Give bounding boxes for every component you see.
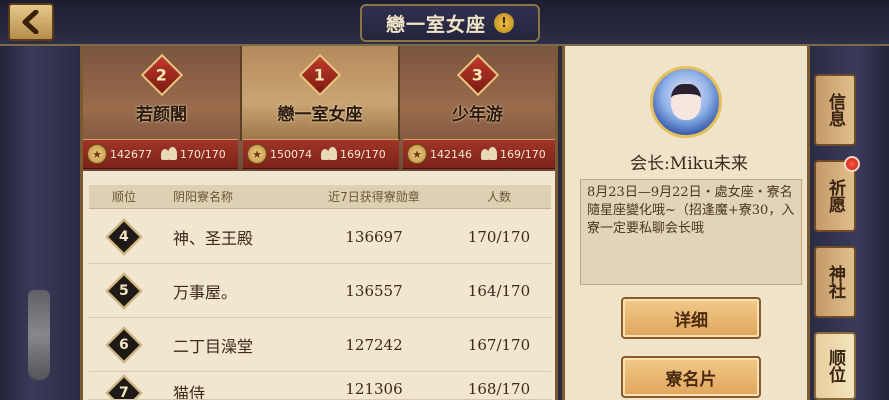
header-medals: 近7日获得寮勋章 xyxy=(328,190,420,204)
tab-label: 神社 xyxy=(825,265,845,299)
table-row[interactable]: 5 万事屋。 136557 164/170 xyxy=(89,264,551,318)
tab-ranking[interactable]: 顺位 xyxy=(814,332,856,400)
podium-card-3[interactable]: 3 少年游 xyxy=(400,46,555,141)
members-icon xyxy=(321,147,337,161)
guild-info-panel: 会长:Miku未来 8月23日—9月22日・處女座・寮名隨星座變化哦~（招逢魔+… xyxy=(562,46,810,400)
rank-badge: 2 xyxy=(140,53,183,97)
stat-bar-3: ★ 142146 169/170 xyxy=(403,139,555,169)
table-row[interactable]: 4 神、圣王殿 136697 170/170 xyxy=(89,210,551,264)
rank-badge: 5 xyxy=(105,272,143,309)
tab-label: 祈愿 xyxy=(825,179,845,213)
medal-icon: ★ xyxy=(407,144,427,164)
medal-count: 142146 xyxy=(430,147,472,161)
guild-card-button[interactable]: 寮名片 xyxy=(621,356,761,398)
tab-label: 顺位 xyxy=(825,349,845,383)
podium: 2 若颜閣 1 戀一室女座 3 少年游 ★ 142677 170/170 ★ 1… xyxy=(83,46,555,171)
rank-badge: 6 xyxy=(105,326,143,363)
guild-name: 少年游 xyxy=(452,105,503,125)
medal-count: 121306 xyxy=(345,380,403,398)
header-rank: 顺位 xyxy=(111,190,136,204)
members-icon xyxy=(161,147,177,161)
tab-info[interactable]: 信息 xyxy=(814,74,856,146)
title-plate: 戀一室女座 ! xyxy=(360,4,540,42)
page-title: 戀一室女座 xyxy=(385,13,486,36)
notification-dot xyxy=(844,156,860,172)
members-icon xyxy=(481,147,497,161)
guild-name: 戀一室女座 xyxy=(277,105,363,125)
member-count: 167/170 xyxy=(467,335,531,354)
podium-card-2[interactable]: 2 若颜閣 xyxy=(83,46,240,141)
member-count: 170/170 xyxy=(467,227,531,246)
guild-name: 神、圣王殿 xyxy=(173,228,254,248)
guild-name: 二丁目澡堂 xyxy=(173,336,254,356)
header-count: 人数 xyxy=(486,190,511,204)
back-arrow-icon xyxy=(22,10,39,34)
avatar[interactable] xyxy=(650,66,722,138)
guild-description: 8月23日—9月22日・處女座・寮名隨星座變化哦~（招逢魔+寮30，入寮一定要私… xyxy=(580,179,802,285)
guild-name: 万事屋。 xyxy=(173,282,238,302)
medal-count: 150074 xyxy=(270,147,312,161)
top-bar: 戀一室女座 ! xyxy=(0,0,889,46)
avatar-portrait xyxy=(671,84,701,120)
medal-count: 142677 xyxy=(110,147,152,161)
header-name: 阴阳寮名称 xyxy=(173,190,234,204)
back-button[interactable] xyxy=(8,3,54,41)
guild-name: 猫侍 xyxy=(173,384,206,400)
warning-icon[interactable]: ! xyxy=(494,13,514,33)
member-count: 169/170 xyxy=(500,147,546,161)
rank-badge: 7 xyxy=(105,374,143,399)
ranking-panel: 2 若颜閣 1 戀一室女座 3 少年游 ★ 142677 170/170 ★ 1… xyxy=(80,46,558,400)
member-count: 164/170 xyxy=(467,281,531,300)
podium-card-1[interactable]: 1 戀一室女座 xyxy=(240,46,400,141)
detail-button[interactable]: 详细 xyxy=(621,297,761,339)
table-row[interactable]: 7 猫侍 121306 168/170 xyxy=(89,372,551,400)
medal-count: 136697 xyxy=(345,227,403,246)
member-count: 170/170 xyxy=(180,147,226,161)
table-row[interactable]: 6 二丁目澡堂 127242 167/170 xyxy=(89,318,551,372)
medal-count: 136557 xyxy=(345,281,403,300)
medal-count: 127242 xyxy=(345,335,403,354)
rank-badge: 3 xyxy=(456,53,499,97)
rank-badge: 4 xyxy=(105,218,143,255)
stat-bar-1: ★ 150074 169/170 xyxy=(243,139,399,169)
table-header: 顺位 阴阳寮名称 近7日获得寮勋章 人数 xyxy=(89,185,551,209)
leader-name: 会长:Miku未来 xyxy=(630,154,748,174)
rank-badge: 1 xyxy=(298,53,342,97)
stat-bar-2: ★ 142677 170/170 xyxy=(83,139,238,169)
member-count: 168/170 xyxy=(467,380,531,398)
tab-shrine[interactable]: 神社 xyxy=(814,246,856,318)
member-count: 169/170 xyxy=(340,147,386,161)
medal-icon: ★ xyxy=(87,144,107,164)
tab-label: 信息 xyxy=(825,93,845,127)
guild-name: 若颜閣 xyxy=(136,105,187,125)
left-curtain xyxy=(0,0,80,400)
medal-icon: ★ xyxy=(247,144,267,164)
